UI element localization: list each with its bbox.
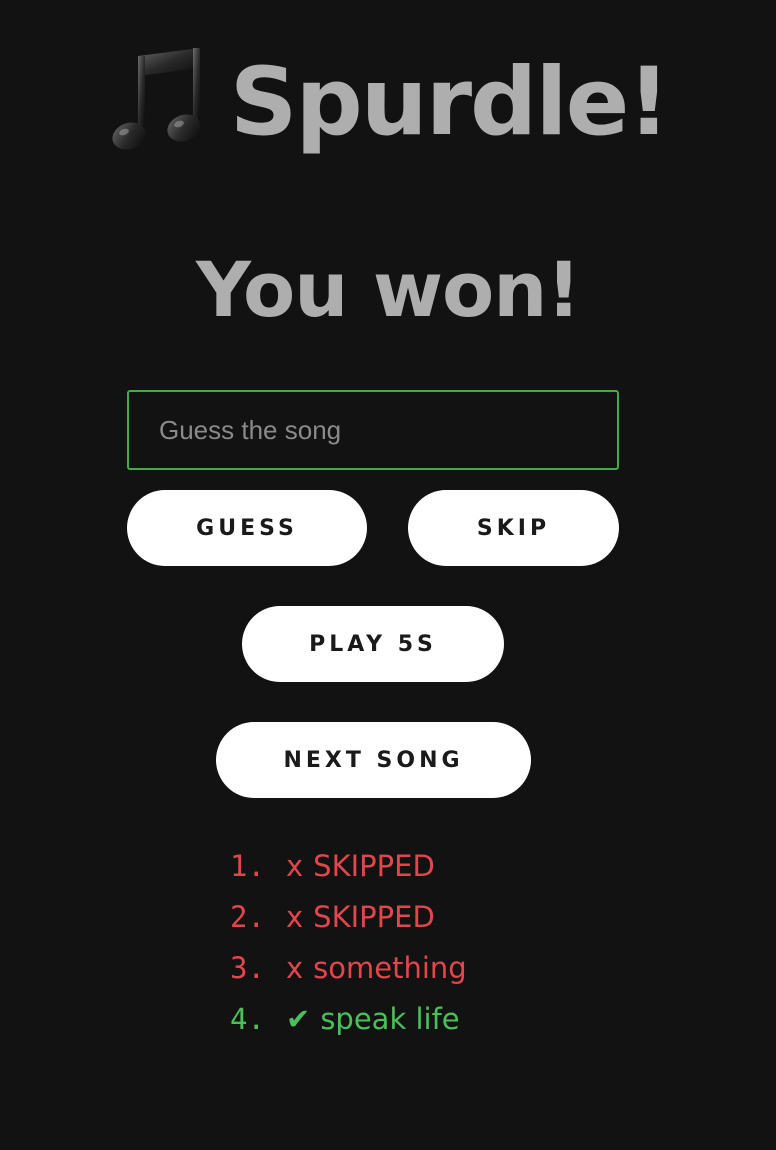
history-text: SKIPPED xyxy=(313,899,435,934)
history-item: 2. x SKIPPED xyxy=(230,891,467,942)
skip-button[interactable]: SKIP xyxy=(408,490,619,566)
history-number: 2. xyxy=(230,899,265,934)
history-item: 1. x SKIPPED xyxy=(230,840,467,891)
music-notes-icon xyxy=(108,48,208,158)
wrong-mark-icon: x xyxy=(286,848,304,883)
history-text: speak life xyxy=(320,1001,460,1036)
history-text: SKIPPED xyxy=(313,848,435,883)
wrong-mark-icon: x xyxy=(286,950,304,985)
next-song-button[interactable]: NEXT SONG xyxy=(216,722,531,798)
history-number: 1. xyxy=(230,848,265,883)
app-title: Spurdle! xyxy=(0,48,776,158)
guess-history: 1. x SKIPPED 2. x SKIPPED 3. x something… xyxy=(230,840,467,1044)
play-button[interactable]: PLAY 5S xyxy=(242,606,504,682)
history-number: 3. xyxy=(230,950,265,985)
history-text: something xyxy=(313,950,467,985)
checkmark-icon: ✔ xyxy=(286,1001,311,1036)
history-item: 4. ✔ speak life xyxy=(230,993,467,1044)
history-number: 4. xyxy=(230,1001,265,1036)
guess-input[interactable] xyxy=(127,390,619,470)
game-status: You won! xyxy=(195,245,581,334)
app-title-text: Spurdle! xyxy=(229,48,670,157)
guess-button[interactable]: GUESS xyxy=(127,490,367,566)
wrong-mark-icon: x xyxy=(286,899,304,934)
history-item: 3. x something xyxy=(230,942,467,993)
